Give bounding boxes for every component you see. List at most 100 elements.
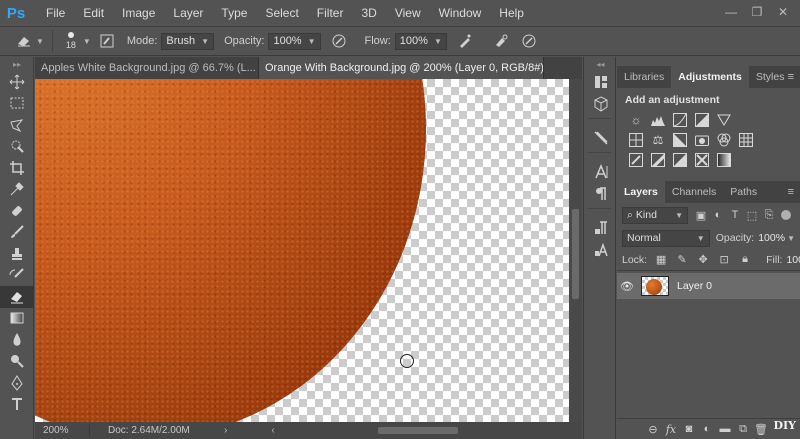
gradient-tool-icon[interactable] [0, 308, 34, 330]
menu-select[interactable]: Select [256, 0, 307, 26]
opacity-input[interactable]: 100% ▼ [268, 32, 321, 50]
vibrance-icon[interactable] [715, 112, 733, 128]
lock-all-icon[interactable]: 🔒︎ [737, 253, 753, 267]
paragraph-panel-icon[interactable] [584, 183, 617, 205]
menu-image[interactable]: Image [113, 0, 164, 26]
brush-picker-caret-icon[interactable]: ▼ [83, 37, 91, 46]
brush-panel-toggle-icon[interactable] [97, 31, 117, 51]
menu-edit[interactable]: Edit [74, 0, 113, 26]
brush-tool-icon[interactable] [0, 222, 34, 244]
fill-input[interactable]: 100%▼ [786, 254, 800, 266]
tab-styles[interactable]: Styles [749, 66, 792, 88]
vertical-scroll-thumb[interactable] [572, 209, 579, 299]
tab-channels[interactable]: Channels [665, 181, 723, 203]
menu-window[interactable]: Window [430, 0, 491, 26]
blur-tool-icon[interactable] [0, 329, 34, 351]
move-tool-icon[interactable] [0, 71, 34, 93]
lock-transparent-pixels-icon[interactable]: ▦ [653, 253, 669, 267]
layer-row[interactable]: 👁︎ Layer 0 [617, 273, 800, 299]
tab-layers[interactable]: Layers [617, 181, 665, 203]
link-layers-icon[interactable]: ⊖ [644, 421, 662, 437]
tab-libraries[interactable]: Libraries [617, 66, 671, 88]
visibility-eye-icon[interactable]: 👁︎ [617, 280, 637, 293]
brush-size-picker[interactable]: 18 [61, 32, 81, 50]
selective-color-icon[interactable] [693, 152, 711, 168]
layer-opacity-input[interactable]: 100% ▼ [758, 232, 795, 244]
add-mask-icon[interactable]: ◙ [680, 421, 698, 437]
lasso-tool-icon[interactable] [0, 114, 34, 136]
pixel-layer-filter-icon[interactable]: ▣ [694, 208, 708, 222]
panel-menu-icon[interactable]: ≡ [788, 66, 794, 88]
history-brush-tool-icon[interactable] [0, 265, 34, 287]
collapse-icon[interactable]: ◂◂ [584, 57, 617, 71]
channel-mixer-icon[interactable] [715, 132, 733, 148]
lock-image-pixels-icon[interactable]: ✎ [674, 253, 690, 267]
filter-toggle[interactable] [781, 210, 791, 220]
character-styles-icon[interactable] [584, 239, 617, 261]
paragraph-styles-icon[interactable] [584, 217, 617, 239]
kind-filter-select[interactable]: ⌕ Kind ▼ [622, 206, 688, 224]
scroll-left-icon[interactable]: ‹ [271, 425, 274, 436]
tab-paths[interactable]: Paths [723, 181, 764, 203]
shape-layer-filter-icon[interactable]: ⬚ [745, 208, 759, 222]
crop-tool-icon[interactable] [0, 157, 34, 179]
layer-style-icon[interactable]: fx [662, 421, 680, 437]
threshold-icon[interactable] [671, 152, 689, 168]
color-lookup-icon[interactable] [737, 132, 755, 148]
character-panel-icon[interactable] [584, 161, 617, 183]
lock-position-icon[interactable]: ✥ [695, 253, 711, 267]
pen-tool-icon[interactable] [0, 372, 34, 394]
tool-preset-caret-icon[interactable]: ▼ [36, 37, 44, 46]
minimize-button[interactable]: — [718, 0, 744, 24]
posterize-icon[interactable] [649, 152, 667, 168]
canvas[interactable] [35, 79, 569, 422]
new-layer-icon[interactable]: ⧉ [734, 421, 752, 437]
erase-to-history-icon[interactable] [491, 31, 511, 51]
blend-mode-select[interactable]: Normal ▼ [622, 229, 710, 247]
move-tool-icon[interactable]: ▸▸ [0, 57, 34, 71]
smart-object-filter-icon[interactable]: ⎘ [762, 208, 776, 222]
menu-file[interactable]: File [37, 0, 74, 26]
color-balance-icon[interactable]: ⚖ [649, 132, 667, 148]
delete-layer-icon[interactable]: 🗑︎ [752, 421, 770, 437]
invert-icon[interactable] [627, 152, 645, 168]
status-arrow-icon[interactable]: › [224, 425, 227, 436]
marquee-tool-icon[interactable] [0, 93, 34, 115]
healing-brush-tool-icon[interactable] [0, 200, 34, 222]
menu-filter[interactable]: Filter [308, 0, 353, 26]
tab-orange[interactable]: Orange With Background.jpg @ 200% (Layer… [259, 57, 544, 79]
pressure-size-icon[interactable] [519, 31, 539, 51]
eyedropper-tool-icon[interactable] [0, 179, 34, 201]
menu-3d[interactable]: 3D [352, 0, 385, 26]
clone-stamp-tool-icon[interactable] [0, 243, 34, 265]
flow-input[interactable]: 100% ▼ [394, 32, 447, 50]
curves-icon[interactable] [671, 112, 689, 128]
3d-panel-icon[interactable] [584, 93, 617, 115]
lock-artboard-icon[interactable]: ⊡ [716, 253, 732, 267]
eraser-tool-preset-icon[interactable] [14, 31, 34, 51]
panel-menu-icon[interactable]: ≡ [788, 181, 794, 203]
quick-selection-tool-icon[interactable] [0, 136, 34, 158]
menu-layer[interactable]: Layer [164, 0, 212, 26]
dodge-tool-icon[interactable] [0, 351, 34, 373]
menu-view[interactable]: View [386, 0, 430, 26]
gradient-map-icon[interactable] [715, 152, 733, 168]
photo-filter-icon[interactable] [693, 132, 711, 148]
restore-button[interactable]: ❐ [744, 0, 770, 24]
black-white-icon[interactable] [671, 132, 689, 148]
hue-saturation-icon[interactable] [627, 132, 645, 148]
exposure-icon[interactable] [693, 112, 711, 128]
new-group-icon[interactable]: ▬ [716, 421, 734, 437]
horizontal-scroll-thumb[interactable] [378, 427, 458, 434]
adjustment-layer-filter-icon[interactable]: ◐ [711, 208, 725, 222]
tab-apples[interactable]: Apples White Background.jpg @ 66.7% (L..… [35, 57, 259, 79]
menu-type[interactable]: Type [212, 0, 256, 26]
pressure-opacity-icon[interactable] [329, 31, 349, 51]
zoom-level[interactable]: 200% [35, 425, 90, 436]
menu-help[interactable]: Help [490, 0, 533, 26]
mode-select[interactable]: Brush ▼ [161, 32, 215, 50]
type-layer-filter-icon[interactable]: T [728, 208, 742, 222]
type-tool-icon[interactable] [0, 394, 34, 416]
eraser-tool-icon[interactable] [0, 286, 34, 308]
airbrush-icon[interactable] [455, 31, 475, 51]
